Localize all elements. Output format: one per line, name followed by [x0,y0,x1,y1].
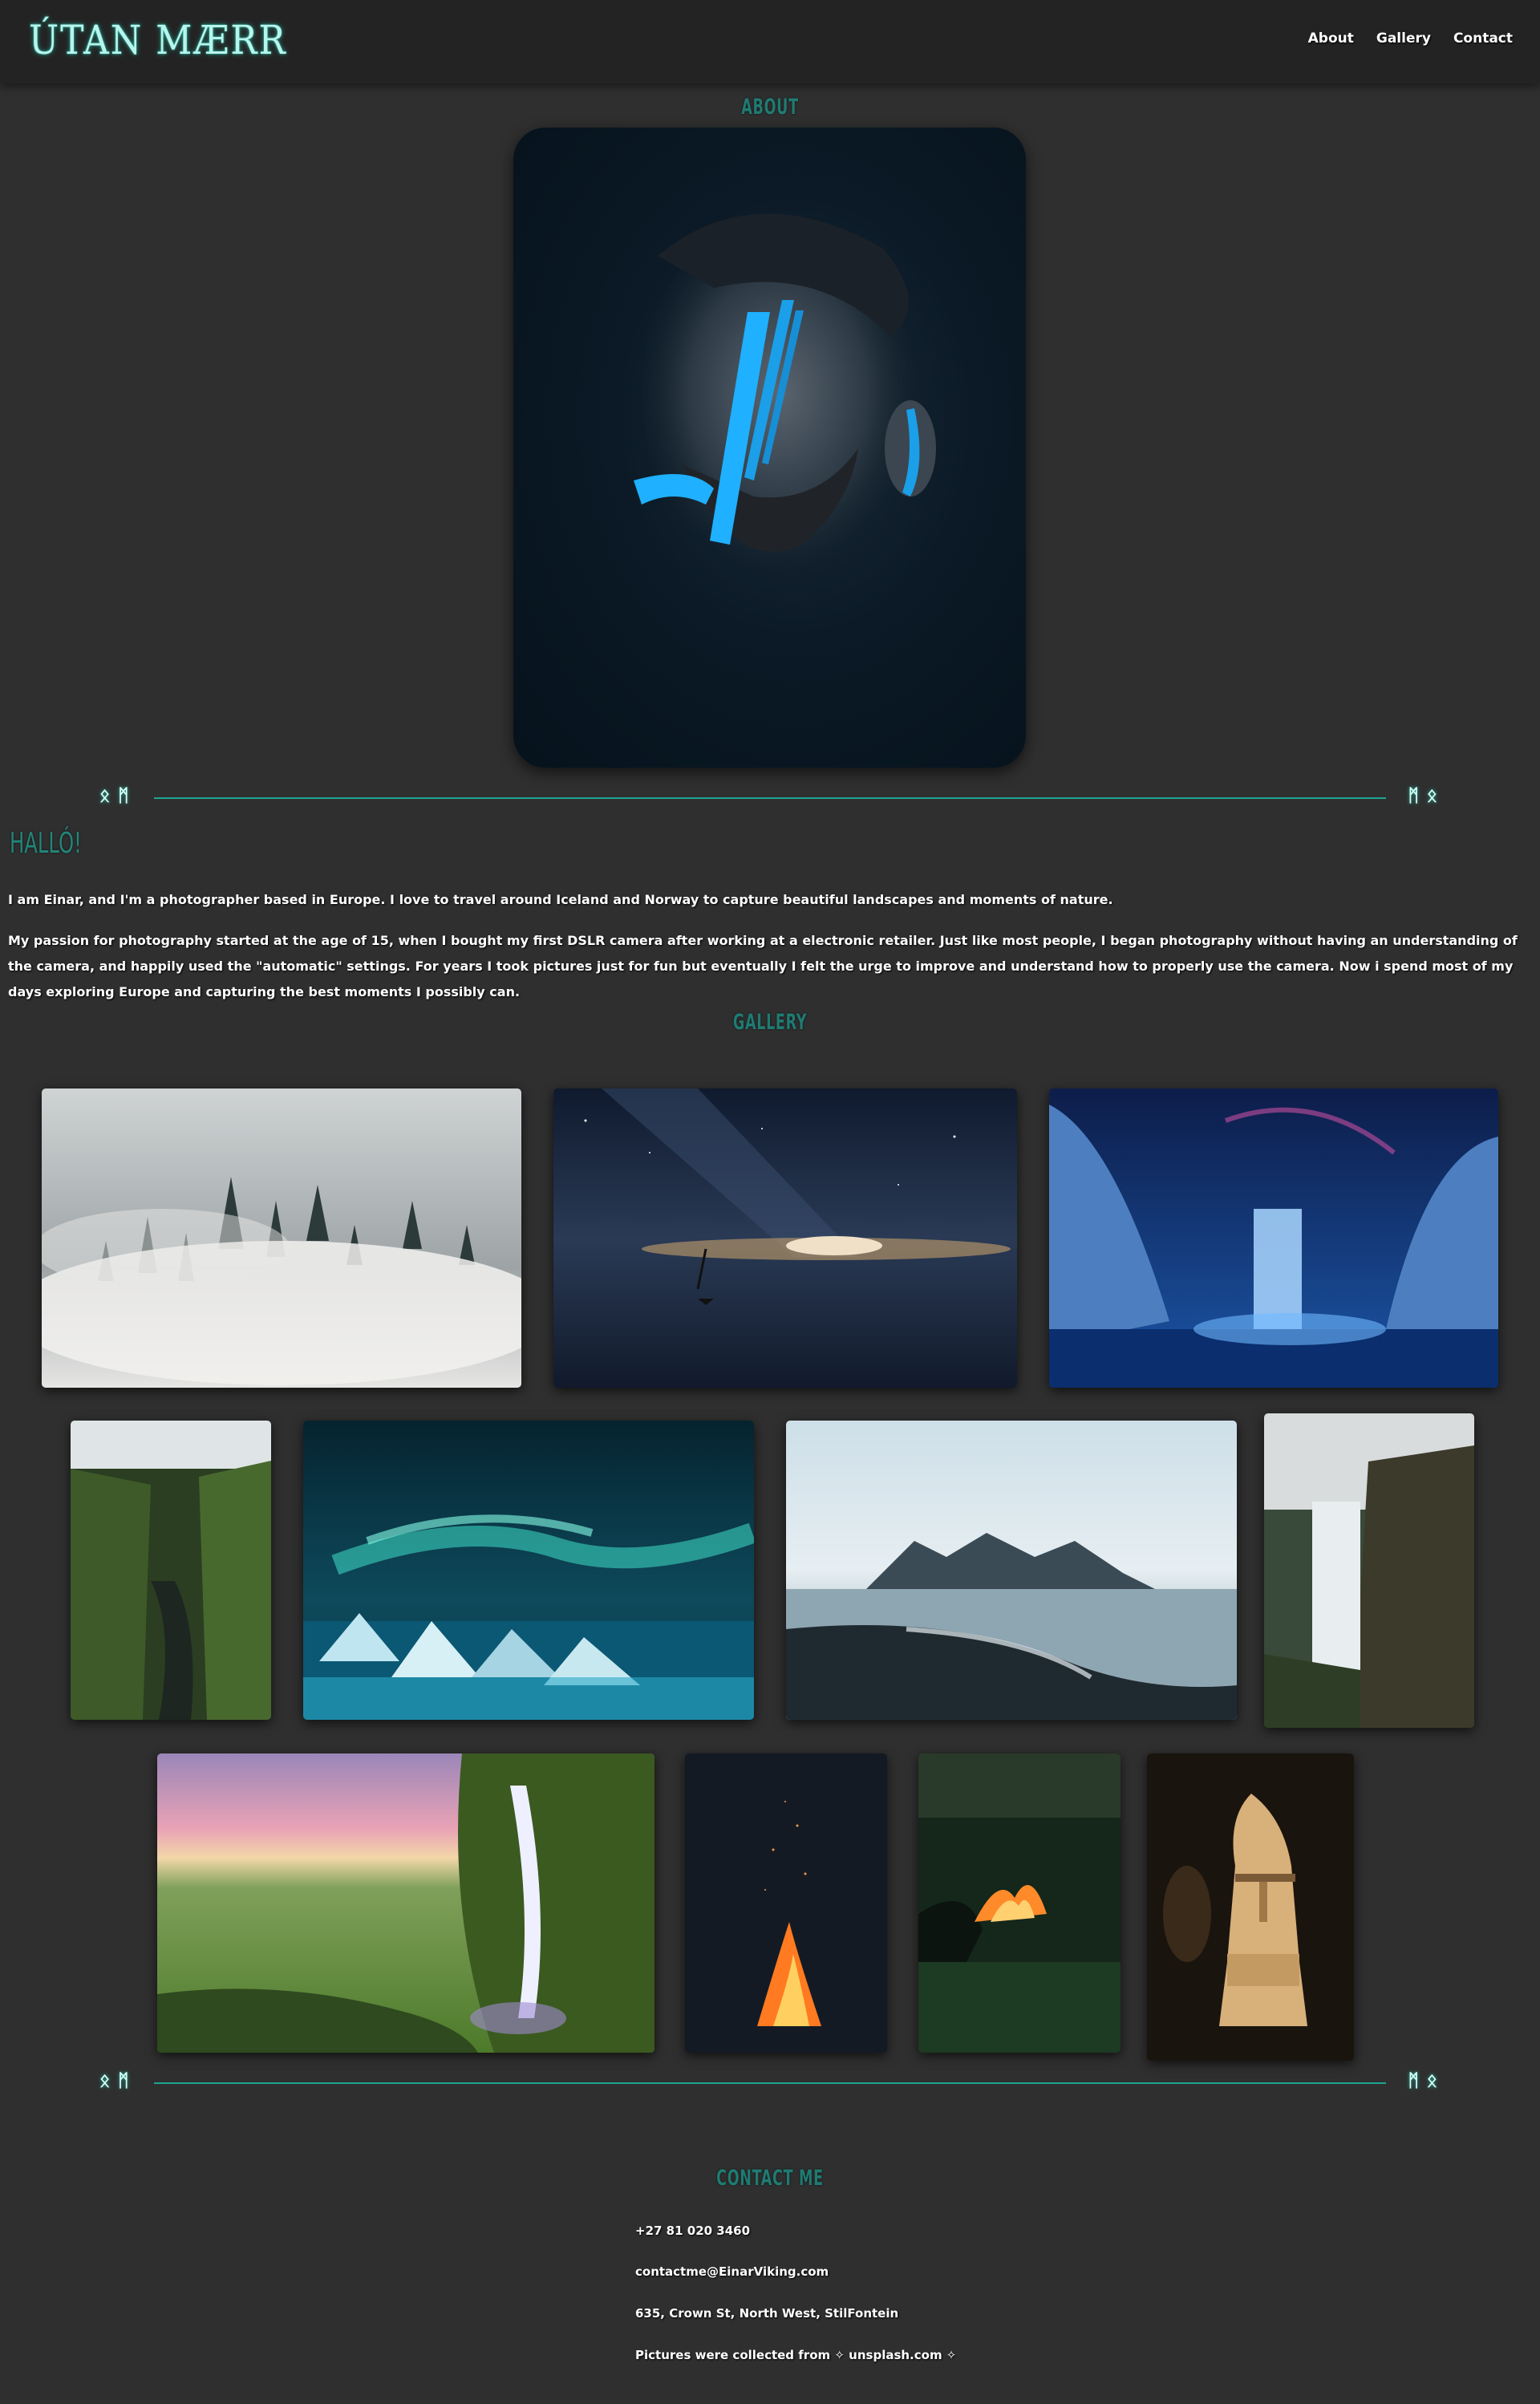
gallery-photo-ice-cave-waterfall[interactable] [1049,1088,1498,1388]
photo-credit: Pictures were collected from ✧ unsplash.… [635,2348,956,2362]
divider-line [154,797,1386,799]
rune-glyphs-right: ᛗᛟ [1408,786,1445,806]
contact-phone[interactable]: +27 81 020 3460 [635,2224,750,2238]
about-paragraph-intro: I am Einar, and I'm a photographer based… [8,892,1113,907]
photo-credit-text: Pictures were collected from [635,2348,831,2362]
rune-glyphs-left: ᛟᛗ [99,786,137,806]
brand-logo[interactable]: ÚTAN MÆRR [29,18,287,63]
rune-glyphs-left: ᛟᛗ [99,2071,137,2091]
nav-link-gallery[interactable]: Gallery [1376,30,1431,47]
gallery-photo-mountain-beach[interactable] [786,1421,1237,1720]
gallery-photo-sunset-waterfall[interactable] [157,1753,654,2053]
gallery-photo-forest-campfire[interactable] [918,1753,1121,2053]
gallery-photo-green-canyon[interactable] [71,1421,271,1720]
site-header: ÚTAN MÆRR About Gallery Contact [0,0,1540,83]
main-nav: About Gallery Contact [1308,30,1513,47]
contact-email[interactable]: contactme@EinarViking.com [635,2264,829,2279]
contact-heading: CONTACT ME [716,2166,824,2191]
gallery-heading: GALLERY [732,1010,808,1035]
gallery-photo-wooden-statue[interactable] [1147,1753,1354,2061]
rune-glyphs-right: ᛗᛟ [1408,2071,1445,2091]
gallery-photo-night-campfire[interactable] [685,1753,887,2053]
gallery-photo-cliff-waterfall[interactable] [1264,1413,1474,1728]
rune-divider-bottom: ᛟᛗ ᛗᛟ [0,2071,1540,2095]
gallery-photo-aurora-ice[interactable] [303,1421,754,1720]
rune-divider-top: ᛟᛗ ᛗᛟ [0,786,1540,810]
nav-link-about[interactable]: About [1308,30,1354,47]
divider-line [154,2082,1386,2084]
portrait-photo [513,128,1026,768]
unsplash-link[interactable]: ✧ unsplash.com ✧ [834,2348,956,2362]
gallery-photo-night-sailboat[interactable] [553,1088,1017,1388]
greeting-heading: HALLÓ! [10,827,82,860]
about-paragraph-story: My passion for photography started at th… [8,933,1518,999]
about-heading: ABOUT [741,95,799,120]
nav-link-contact[interactable]: Contact [1453,30,1513,47]
gallery-photo-misty-forest[interactable] [42,1088,521,1388]
contact-address: 635, Crown St, North West, StilFontein [635,2306,899,2321]
